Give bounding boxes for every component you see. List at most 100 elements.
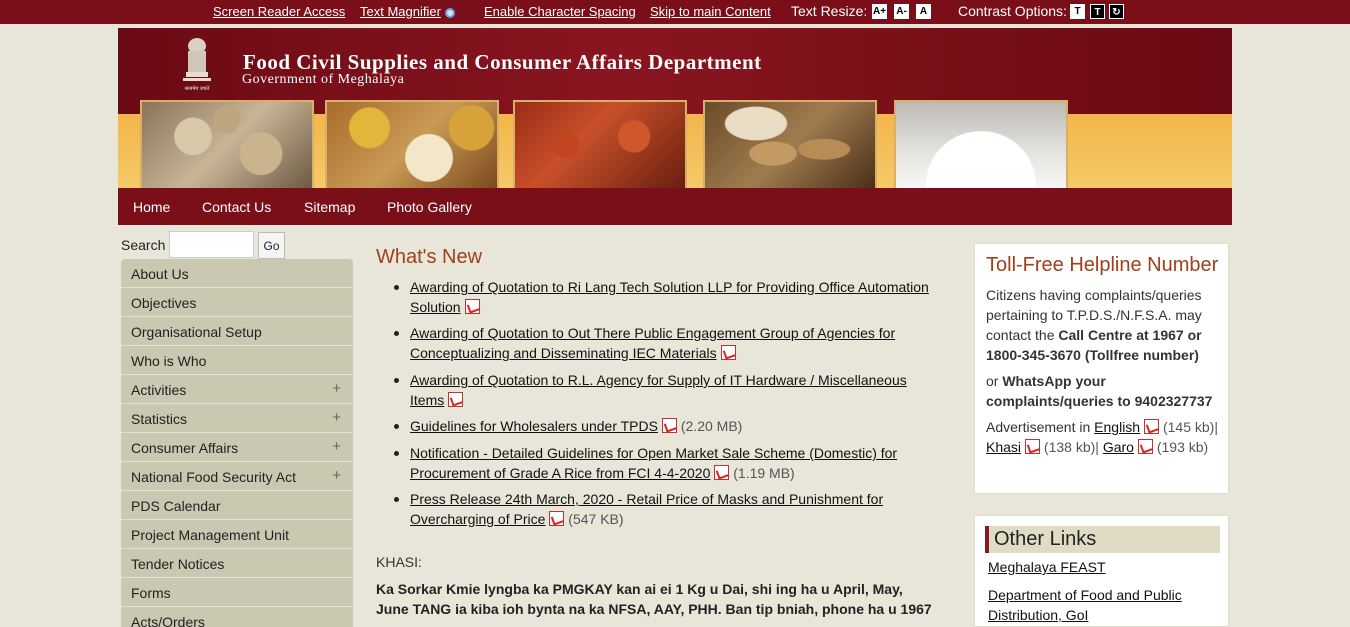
text-magnifier-label: Text Magnifier (360, 4, 441, 19)
sidemenu-item-project-management-unit[interactable]: Project Management Unit (121, 520, 353, 549)
expand-plus-icon[interactable]: + (332, 380, 341, 397)
skip-main-content-link[interactable]: Skip to main Content (650, 4, 771, 19)
helpline-title: Toll-Free Helpline Number (986, 254, 1219, 276)
pdf-icon[interactable] (1025, 439, 1041, 454)
news-link[interactable]: Awarding of Quotation to Ri Lang Tech So… (410, 279, 929, 315)
sidemenu-item-consumer-affairs[interactable]: Consumer Affairs + (121, 433, 353, 462)
advertisement-english-link[interactable]: English (1094, 419, 1140, 435)
expand-plus-icon[interactable]: + (332, 467, 341, 484)
other-links-header: Other Links (985, 526, 1220, 553)
search-input[interactable] (169, 231, 254, 258)
helpline-text: Citizens having complaints/queries perta… (986, 285, 1221, 365)
pdf-icon[interactable] (1144, 419, 1160, 434)
sidemenu-item-label: Objectives (131, 295, 197, 311)
sidemenu-item-nfsa[interactable]: National Food Security Act + (121, 462, 353, 491)
banner-photo-onions (513, 100, 687, 188)
banner-photo-grains (325, 100, 499, 188)
sidemenu-item-label: Organisational Setup (131, 324, 262, 340)
other-links-box: Other Links Meghalaya FEAST Department o… (974, 515, 1229, 627)
site-subtitle: Government of Meghalaya (242, 72, 405, 87)
file-size: (145 kb)| (1162, 419, 1218, 435)
other-links-title: Other Links (994, 528, 1097, 550)
news-link[interactable]: Awarding of Quotation to Out There Publi… (410, 325, 895, 361)
text-resize-label: Text Resize: (791, 3, 868, 19)
expand-plus-icon[interactable]: + (332, 409, 341, 426)
link-meghalaya-feast[interactable]: Meghalaya FEAST (988, 557, 1218, 577)
pdf-icon[interactable] (661, 418, 677, 433)
link-dfpd-goi[interactable]: Department of Food and Public Distributi… (988, 585, 1218, 625)
news-link[interactable]: Guidelines for Wholesalers under TPDS (410, 418, 658, 434)
site-header: सत्यमेव जयते Food Civil Supplies and Con… (118, 28, 1232, 188)
nav-home[interactable]: Home (133, 199, 170, 215)
advertisement-links: Advertisement in English (145 kb)| Khasi… (986, 417, 1221, 457)
whats-new-title: What's New (376, 246, 483, 268)
text-increase-button[interactable]: A+ (872, 4, 887, 19)
pdf-icon[interactable] (1137, 439, 1153, 454)
khasi-label: KHASI: (376, 554, 422, 570)
news-link[interactable]: Awarding of Quotation to R.L. Agency for… (410, 372, 907, 408)
banner-photo-potatoes (703, 100, 877, 188)
side-menu: About Us Objectives Organisational Setup… (121, 259, 353, 627)
sidemenu-item-objectives[interactable]: Objectives (121, 288, 353, 317)
emblem-motto: सत्यमेव जयते (185, 85, 210, 92)
sidemenu-item-label: PDS Calendar (131, 498, 221, 514)
sidemenu-item-who-is-who[interactable]: Who is Who (121, 346, 353, 375)
sidemenu-item-label: Who is Who (131, 353, 207, 369)
helpline-box: Toll-Free Helpline Number Citizens havin… (974, 243, 1229, 494)
file-size: (138 kb)| (1043, 439, 1099, 455)
pdf-icon[interactable] (720, 345, 736, 360)
sidemenu-item-label: Activities (131, 382, 187, 398)
screen-reader-link[interactable]: Screen Reader Access (213, 4, 345, 19)
character-spacing-link[interactable]: Enable Character Spacing (484, 4, 636, 19)
sidemenu-item-pds-calendar[interactable]: PDS Calendar (121, 491, 353, 520)
banner-photo-grain-sacks (140, 100, 314, 188)
sidemenu-item-label: Statistics (131, 411, 188, 427)
sidemenu-item-statistics[interactable]: Statistics + (121, 404, 353, 433)
sidemenu-item-about-us[interactable]: About Us (121, 259, 353, 288)
main-nav: Home Contact Us Sitemap Photo Gallery (118, 188, 1232, 225)
reset-contrast-icon[interactable]: ↻ (1109, 4, 1124, 19)
text-normal-button[interactable]: A (916, 4, 931, 19)
sidemenu-item-forms[interactable]: Forms (121, 578, 353, 607)
nav-sitemap[interactable]: Sitemap (304, 199, 355, 215)
file-size: (547 KB) (568, 511, 624, 527)
pdf-icon[interactable] (714, 465, 730, 480)
contrast-high-button[interactable]: T (1090, 4, 1105, 19)
nav-contact-us[interactable]: Contact Us (202, 199, 271, 215)
sidemenu-item-label: Consumer Affairs (131, 440, 239, 456)
nav-photo-gallery[interactable]: Photo Gallery (387, 199, 472, 215)
contrast-options-label: Contrast Options: (958, 3, 1067, 19)
search-go-button[interactable]: Go (258, 232, 285, 259)
whatsapp-text: or WhatsApp your complaints/queries to 9… (986, 371, 1221, 411)
advertisement-garo-link[interactable]: Garo (1103, 439, 1134, 455)
text-decrease-button[interactable]: A- (894, 4, 909, 19)
advertisement-khasi-link[interactable]: Khasi (986, 439, 1021, 455)
accessibility-bar: Screen Reader Access Text Magnifier Enab… (0, 0, 1350, 24)
file-size: (2.20 MB) (680, 418, 743, 434)
search-label: Search (121, 237, 166, 253)
sidemenu-item-acts-orders[interactable]: Acts/Orders (121, 607, 353, 627)
sidemenu-item-label: Project Management Unit (131, 527, 289, 543)
banner-photo-salt (894, 100, 1068, 188)
expand-plus-icon[interactable]: + (332, 438, 341, 455)
sidemenu-item-organisational-setup[interactable]: Organisational Setup (121, 317, 353, 346)
sidemenu-item-tender-notices[interactable]: Tender Notices (121, 549, 353, 578)
whatsapp-number: WhatsApp your complaints/queries to 9402… (986, 373, 1213, 409)
sidemenu-item-label: National Food Security Act (131, 469, 296, 485)
magnifier-icon (444, 7, 455, 18)
news-link[interactable]: Press Release 24th March, 2020 - Retail … (410, 491, 883, 527)
contrast-normal-button[interactable]: T (1070, 4, 1085, 19)
whatsapp-intro: or (986, 373, 1003, 389)
bullet-icon (394, 285, 399, 290)
text-magnifier-link[interactable]: Text Magnifier (360, 4, 455, 19)
pdf-icon[interactable] (448, 392, 464, 407)
sidemenu-item-activities[interactable]: Activities + (121, 375, 353, 404)
sidemenu-item-label: Tender Notices (131, 556, 225, 572)
news-link[interactable]: Notification - Detailed Guidelines for O… (410, 445, 897, 481)
bullet-icon (394, 331, 399, 336)
file-size: (193 kb) (1156, 439, 1209, 455)
pdf-icon[interactable] (464, 299, 480, 314)
file-size: (1.19 MB) (733, 465, 795, 481)
pdf-icon[interactable] (549, 511, 565, 526)
sidemenu-item-label: Forms (131, 585, 171, 601)
